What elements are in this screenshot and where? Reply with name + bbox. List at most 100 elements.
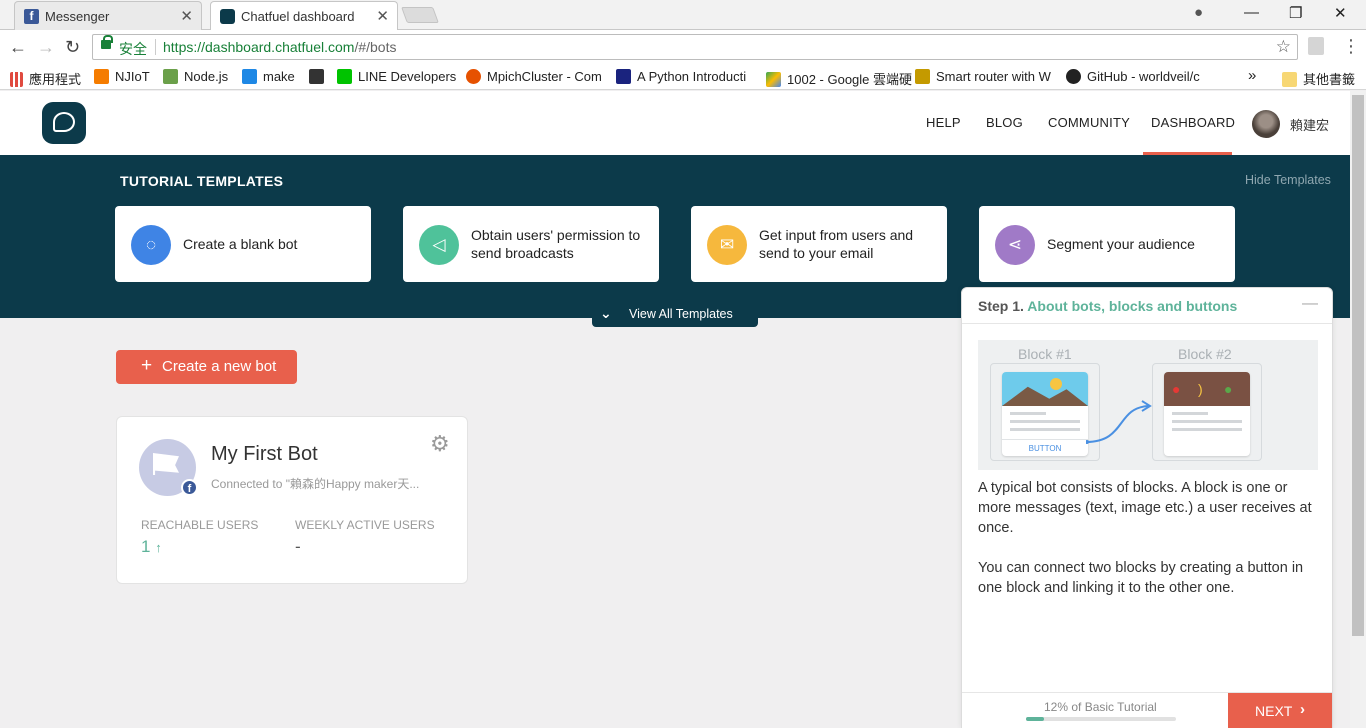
minimize-window-icon[interactable]: — [1244,4,1259,21]
block1-label: Block #1 [1018,346,1072,362]
nodejs-icon [163,69,178,84]
progress-bar [1026,717,1176,721]
template-card-label: Create a blank bot [183,236,298,252]
panel-header: Step 1. About bots, blocks and buttons — [962,288,1332,324]
bookmarks-bar: 應用程式 NJIoT Node.js make LINE Developers … [0,64,1366,90]
block2-label: Block #2 [1178,346,1232,362]
url-text: https://dashboard.chatfuel.com/#/bots [163,39,397,55]
new-tab-button[interactable] [401,7,439,23]
close-window-icon[interactable]: ✕ [1334,4,1347,22]
bookmark-make[interactable]: make [242,69,295,84]
template-card-broadcast-permission[interactable]: ◁ Obtain users' permission to send broad… [403,206,659,282]
more-bookmarks-icon[interactable]: » [1248,67,1256,84]
bot-connected-page: Connected to "賴森的Happy maker天... [211,477,420,491]
bookmark-python-intro[interactable]: A Python Introducti [616,69,746,84]
template-card-label: Get input from users and send to your em… [759,227,914,261]
tutorial-templates-title: TUTORIAL TEMPLATES [120,173,284,189]
browser-tab-bar: f Messenger ✕ Chatfuel dashboard ✕ ● — ❐… [0,0,1366,31]
address-bar-row: ← → ↻ 安全 https://dashboard.chatfuel.com/… [0,30,1366,64]
other-bookmarks[interactable]: 其他書籤 [1282,69,1355,88]
mail-icon: ✉ [707,225,747,265]
bot-card[interactable]: f My First Bot Connected to "賴森的Happy ma… [116,416,468,584]
user-name[interactable]: 賴建宏 [1290,115,1329,134]
weekly-active-users-label: WEEKLY ACTIVE USERS [295,518,435,532]
bookmark-star-icon[interactable]: ☆ [1276,37,1291,57]
bookmark-unknown[interactable] [309,69,330,84]
secure-label: 安全 [119,41,147,57]
next-button[interactable]: NEXT › [1228,693,1332,728]
line-icon [337,69,352,84]
profile-icon[interactable]: ● [1194,4,1203,21]
template-card-email-input[interactable]: ✉ Get input from users and send to your … [691,206,947,282]
view-all-templates-button[interactable]: ⌄ View All Templates [592,302,758,327]
gear-icon[interactable]: ⚙ [430,431,450,457]
blocks-illustration: Block #1 Block #2 BUTTON ● ) ● [978,340,1318,470]
reload-icon[interactable]: ↻ [65,37,80,58]
template-card-label: Segment your audience [1047,236,1195,252]
chevron-right-icon: › [1300,701,1305,718]
bookmark-google-drive[interactable]: 1002 - Google 雲端硬 [766,69,912,88]
tab-label: Chatfuel dashboard [241,9,355,24]
connector-arrow-icon [1086,400,1152,444]
nav-help[interactable]: HELP [926,115,961,130]
close-tab-icon[interactable]: ✕ [376,7,389,25]
nav-blog[interactable]: BLOG [986,115,1023,130]
trend-up-icon: ↑ [155,540,162,555]
blogger-icon [94,69,109,84]
lock-icon [101,35,113,49]
bookmark-line-developers[interactable]: LINE Developers [337,69,456,84]
bookmark-nodejs[interactable]: Node.js [163,69,228,84]
facebook-favicon-icon: f [24,9,39,24]
document-grid-icon [616,69,631,84]
block2-illustration: ● ) ● [1152,363,1262,461]
tab-messenger[interactable]: f Messenger ✕ [14,1,202,30]
close-tab-icon[interactable]: ✕ [180,7,193,25]
site-header: HELP BLOG COMMUNITY DASHBOARD 賴建宏 [0,91,1350,155]
facebook-badge-icon: f [181,479,198,496]
template-card-blank-bot[interactable]: ◌ Create a blank bot [115,206,371,282]
folder-icon [1282,72,1297,87]
create-new-bot-button[interactable]: + Create a new bot [116,350,297,384]
bookmark-github[interactable]: GitHub - worldveil/c [1066,69,1200,84]
progress-label: 12% of Basic Tutorial [1044,700,1157,714]
hide-templates-link[interactable]: Hide Templates [1245,173,1331,187]
extension-icon[interactable] [1308,37,1324,55]
plus-icon: + [141,355,153,376]
page-scrollbar[interactable] [1350,91,1366,728]
nav-dashboard[interactable]: DASHBOARD [1151,115,1235,130]
weekly-active-users-value: - [295,537,301,556]
bookmark-njiot[interactable]: NJIoT [94,69,150,84]
reachable-users-label: REACHABLE USERS [141,518,259,532]
back-arrow-icon[interactable]: ← [9,37,27,58]
browser-menu-icon[interactable]: ⋮ [1342,36,1360,57]
chatfuel-logo-icon[interactable] [42,102,86,144]
nav-community[interactable]: COMMUNITY [1048,115,1130,130]
template-card-segment-audience[interactable]: ⋖ Segment your audience [979,206,1235,282]
megaphone-icon: ◁ [419,225,459,265]
tab-chatfuel-dashboard[interactable]: Chatfuel dashboard ✕ [210,1,398,31]
user-avatar[interactable] [1252,110,1280,138]
template-card-label: Obtain users' permission to send broadca… [471,227,641,261]
forward-arrow-icon[interactable]: → [37,37,55,58]
scrollbar-thumb[interactable] [1352,95,1364,636]
url-input[interactable]: 安全 https://dashboard.chatfuel.com/#/bots… [92,34,1298,60]
bookmark-apps[interactable]: 應用程式 [10,69,81,88]
step-title: Step 1. About bots, blocks and buttons [978,298,1238,314]
restore-window-icon[interactable]: ❐ [1289,4,1302,22]
ubuntu-icon [466,69,481,84]
progress-bar-fill [1026,717,1044,721]
reachable-users-value: 1 ↑ [141,537,162,556]
site-icon [915,69,930,84]
site-icon [309,69,324,84]
tutorial-step-panel: Step 1. About bots, blocks and buttons —… [961,287,1333,728]
bot-name[interactable]: My First Bot [211,443,318,466]
apps-grid-icon [10,72,23,87]
bookmark-mpichcluster[interactable]: MpichCluster - Com [466,69,602,84]
minimize-panel-icon[interactable]: — [1302,295,1318,313]
panel-footer: 12% of Basic Tutorial NEXT › [962,692,1332,728]
google-drive-icon [766,72,781,87]
tab-label: Messenger [45,9,110,24]
bookmark-smart-router[interactable]: Smart router with W [915,69,1051,84]
step-description: A typical bot consists of blocks. A bloc… [978,480,1312,596]
divider [155,39,156,55]
